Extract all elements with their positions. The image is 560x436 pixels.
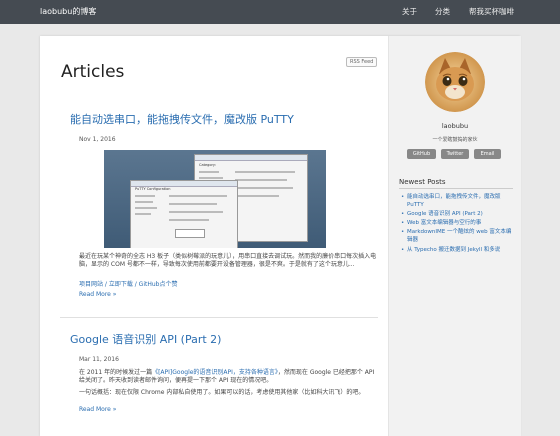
recent-posts-divider xyxy=(399,188,513,189)
post-excerpt: 在 2011 年的时候发过一篇《[API]Google的语音识别API，支持各种… xyxy=(79,369,377,385)
putty-window-title: PuTTY Configuration xyxy=(135,187,171,191)
post-date: Mar 11, 2016 xyxy=(79,356,119,363)
nav-buy-coffee[interactable]: 帮我买杯咖啡 xyxy=(469,6,514,17)
author-bio: 一个爱瞎鼓捣的家伙 xyxy=(432,137,478,143)
recent-post-item[interactable]: • 从 Typecho 搬迁数据到 Jekyll 和多说 xyxy=(399,246,515,254)
recent-post-item[interactable]: • 能自动选串口，能拖拽传文件，魔改版 PuTTY xyxy=(399,193,515,209)
rss-feed-button[interactable]: RSS Feed xyxy=(346,57,378,67)
main-column: Articles RSS Feed 能自动选串口，能拖拽传文件，魔改版 PuTT… xyxy=(40,36,388,436)
email-button[interactable]: Email xyxy=(474,149,501,159)
twitter-button[interactable]: Twitter xyxy=(441,149,469,159)
read-more-link[interactable]: Read More » xyxy=(79,406,116,413)
post-date: Nov 1, 2016 xyxy=(79,136,116,143)
author-name: laobubu xyxy=(441,122,469,130)
post-title[interactable]: Google 语音识别 API (Part 2) xyxy=(70,331,221,347)
read-more-link[interactable]: Read More » xyxy=(79,291,116,298)
post-excerpt: 最近在玩某个神奇的全志 H3 板子（类似树莓派的玩意儿），用串口直接去调试玩。然… xyxy=(79,253,377,268)
post-divider xyxy=(60,317,378,318)
top-navbar: laobubu的博客 关于 分类 帮我买杯咖啡 xyxy=(0,0,560,24)
content-card: Articles RSS Feed 能自动选串口，能拖拽传文件，魔改版 PuTT… xyxy=(40,36,521,436)
recent-posts-heading: Newest Posts xyxy=(399,178,446,186)
excerpt-link[interactable]: 《[API]Google的语音识别API，支持各种语言》 xyxy=(152,369,278,376)
sidebar: laobubu 一个爱瞎鼓捣的家伙 GitHub Twitter Email N… xyxy=(388,36,521,436)
putty-window-front: PuTTY Configuration xyxy=(130,180,238,248)
post-title[interactable]: 能自动选串口，能拖拽传文件，魔改版 PuTTY xyxy=(70,111,294,127)
nav-categories[interactable]: 分类 xyxy=(435,6,450,17)
post-links[interactable]: 项目网站 / 立即下载 / GitHub点个赞 xyxy=(79,279,177,288)
avatar xyxy=(425,52,485,112)
github-button[interactable]: GitHub xyxy=(407,149,436,159)
site-brand[interactable]: laobubu的博客 xyxy=(40,6,96,17)
recent-post-item[interactable]: • Google 语音识别 API (Part 2) xyxy=(399,210,515,218)
post-screenshot: Category: PuTTY Configuration xyxy=(104,150,326,248)
recent-post-item[interactable]: • MarkdownIME 一个酷炫的 web 富文本编辑器 xyxy=(399,228,515,244)
recent-post-item[interactable]: • Web 富文本编辑器与空行的事 xyxy=(399,219,515,227)
post-excerpt-2: 一句话概括：现在仅限 Chrome 内部私自使用了。如果可以的话，考虑使用其他家… xyxy=(79,389,365,396)
excerpt-text: 在 2011 年的时候发过一篇 xyxy=(79,369,153,376)
nav-about[interactable]: 关于 xyxy=(402,6,417,17)
page-title: Articles xyxy=(61,62,125,82)
putty-category-label: Category: xyxy=(199,163,216,167)
